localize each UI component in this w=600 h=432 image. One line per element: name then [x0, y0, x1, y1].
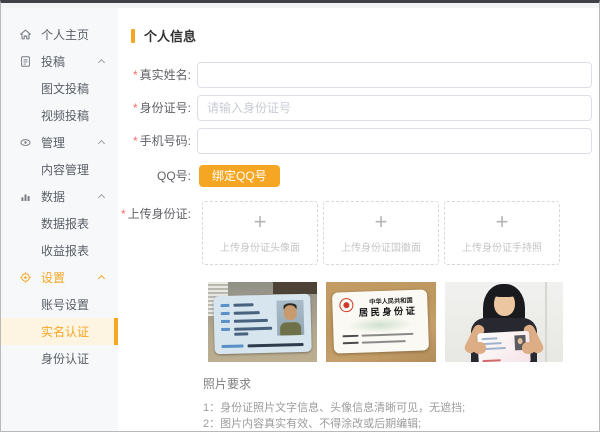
upload-id-back-box[interactable]: + 上传身份证国徽面 [323, 201, 439, 265]
upload-boxes: + 上传身份证头像面 + 上传身份证国徽面 + 上传身份证手持照 [197, 201, 560, 265]
chevron-up-icon [98, 194, 105, 201]
sidebar-item-label: 账号设置 [41, 296, 89, 313]
sidebar-item-label: 实名认证 [41, 323, 89, 340]
required-asterisk: * [133, 134, 138, 148]
manage-icon [18, 136, 32, 150]
page-title: 个人信息 [144, 26, 196, 45]
id-number-input[interactable] [197, 95, 592, 121]
national-emblem-icon [339, 298, 353, 312]
sidebar-item-home[interactable]: 个人主页 [1, 21, 118, 48]
sidebar-item-label: 图文投稿 [41, 80, 89, 97]
chevron-up-icon [98, 59, 105, 66]
upload-caption: 上传身份证头像面 [220, 239, 300, 254]
sidebar-item-submissions[interactable]: 投稿 [1, 48, 118, 75]
sample-id-front-image [208, 282, 317, 362]
main-content: 个人信息 *真实姓名: *身份证号: *手机号码: QQ号: 绑定QQ [118, 8, 599, 432]
requirement-item: 1：身份证照片文字信息、头像信息清晰可见，无遮挡; [203, 400, 599, 416]
sidebar-item-realname-verification[interactable]: 实名认证 [1, 318, 118, 345]
section-accent-bar [131, 29, 135, 43]
photo-requirements: 照片要求 1：身份证照片文字信息、头像信息清晰可见，无遮挡; 2：图片内容真实有… [203, 375, 599, 432]
submit-icon [18, 55, 32, 69]
phone-label: *手机号码: [118, 128, 197, 154]
sample-images: 中华人民共和国 居民身份证 [208, 282, 599, 362]
sidebar-item-label: 投稿 [41, 53, 65, 70]
id-number-row: *身份证号: [118, 95, 599, 121]
sidebar-item-label: 设置 [41, 269, 65, 286]
required-asterisk: * [133, 68, 138, 82]
requirement-item: 2：图片内容真实有效、不得涂改或后期编辑; [203, 416, 599, 432]
id-number-label: *身份证号: [118, 95, 197, 121]
sidebar-item-content-management[interactable]: 内容管理 [1, 156, 118, 183]
sidebar-item-label: 身份认证 [41, 350, 89, 367]
sidebar-item-revenue-report[interactable]: 收益报表 [1, 237, 118, 264]
bind-qq-button[interactable]: 绑定QQ号 [199, 165, 280, 187]
data-icon [18, 190, 32, 204]
qq-row: QQ号: 绑定QQ号 [118, 163, 599, 189]
upload-id-front-box[interactable]: + 上传身份证头像面 [202, 201, 318, 265]
sidebar-item-account-settings[interactable]: 账号设置 [1, 291, 118, 318]
sidebar-item-label: 视频投稿 [41, 107, 89, 124]
plus-icon: + [254, 212, 267, 232]
sidebar: 个人主页 投稿 图文投稿 视频投稿 管理 [1, 8, 118, 432]
plus-icon: + [496, 212, 509, 232]
sidebar-item-data[interactable]: 数据 [1, 183, 118, 210]
sidebar-item-label: 内容管理 [41, 161, 89, 178]
upload-caption: 上传身份证国徽面 [341, 239, 421, 254]
section-header: 个人信息 [118, 26, 599, 45]
sidebar-item-label: 管理 [41, 134, 65, 151]
required-asterisk: * [133, 101, 138, 115]
sidebar-item-label: 数据 [41, 188, 65, 205]
requirements-title: 照片要求 [203, 375, 599, 392]
sidebar-item-label: 收益报表 [41, 242, 89, 259]
sample-id-back-image: 中华人民共和国 居民身份证 [326, 282, 436, 362]
real-name-label: *真实姓名: [118, 62, 197, 88]
card-country-text: 中华人民共和国 [369, 295, 411, 306]
app-window: 个人主页 投稿 图文投稿 视频投稿 管理 [0, 0, 600, 432]
home-icon [18, 28, 32, 42]
sidebar-item-identity-verification[interactable]: 身份认证 [1, 345, 118, 372]
upload-label: *上传身份证: [118, 201, 197, 227]
settings-icon [18, 271, 32, 285]
real-name-input[interactable] [197, 62, 592, 88]
sidebar-item-label: 数据报表 [41, 215, 89, 232]
personal-info-form: *真实姓名: *身份证号: *手机号码: QQ号: 绑定QQ号 *上传身份证: [118, 62, 599, 265]
phone-row: *手机号码: [118, 128, 599, 154]
chevron-up-icon [98, 140, 105, 147]
sidebar-item-video-submission[interactable]: 视频投稿 [1, 102, 118, 129]
real-name-row: *真实姓名: [118, 62, 599, 88]
phone-input[interactable] [197, 128, 592, 154]
required-asterisk: * [121, 207, 126, 221]
qq-label: QQ号: [118, 163, 197, 189]
card-title-text: 居民身份证 [359, 304, 417, 319]
sidebar-item-management[interactable]: 管理 [1, 129, 118, 156]
sidebar-item-data-report[interactable]: 数据报表 [1, 210, 118, 237]
sample-id-handheld-image [445, 282, 563, 362]
sidebar-item-label: 个人主页 [41, 26, 89, 43]
upload-caption: 上传身份证手持照 [462, 239, 542, 254]
plus-icon: + [375, 212, 388, 232]
upload-row: *上传身份证: + 上传身份证头像面 + 上传身份证国徽面 + 上传身份证手持照 [118, 201, 599, 265]
chevron-up-icon [98, 275, 105, 282]
sidebar-item-image-text-submission[interactable]: 图文投稿 [1, 75, 118, 102]
upload-id-handheld-box[interactable]: + 上传身份证手持照 [444, 201, 560, 265]
sidebar-item-settings[interactable]: 设置 [1, 264, 118, 291]
